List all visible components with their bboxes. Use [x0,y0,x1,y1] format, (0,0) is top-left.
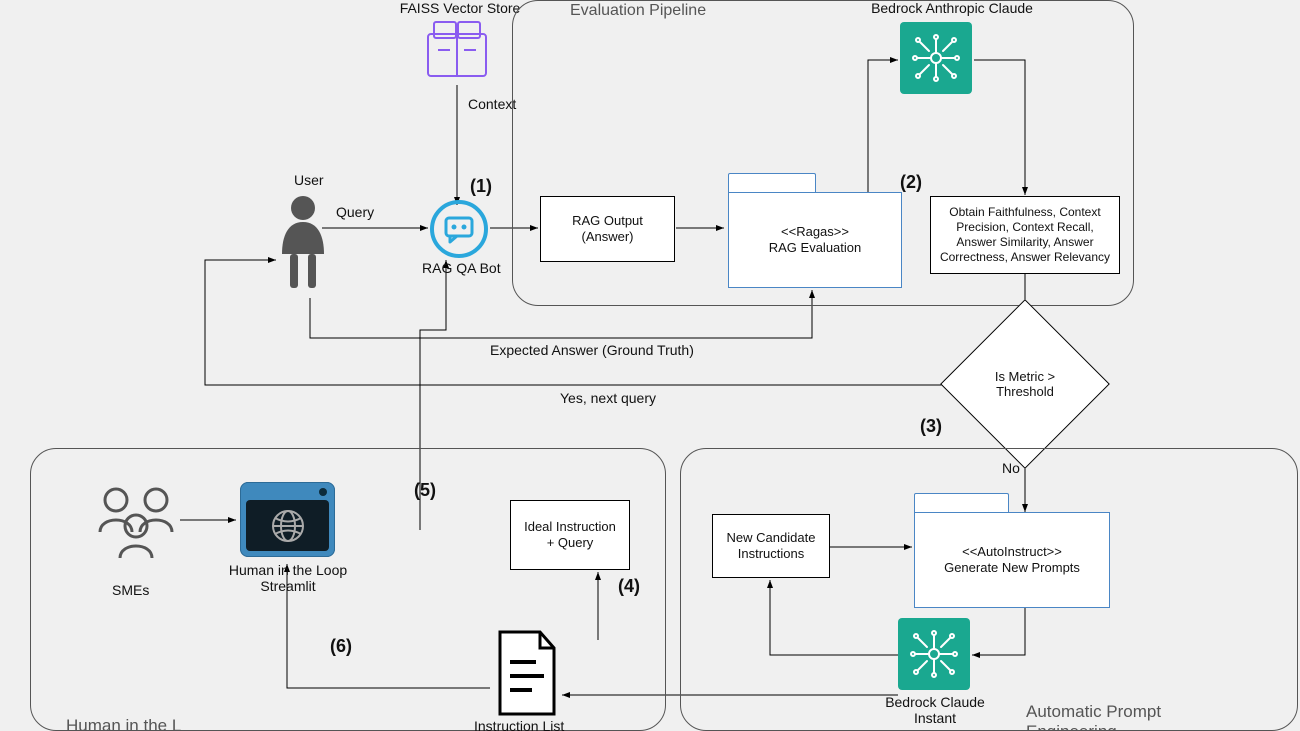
claude-instant-icon [898,618,970,690]
panel-ape-title: Automatic Prompt Engineering [1026,702,1266,731]
autoinstruct-title: <<AutoInstruct>> [962,544,1062,560]
ragqa-bot-label: RAG QA Bot [422,260,501,276]
smes-icon [90,482,182,567]
expected-answer-label: Expected Answer (Ground Truth) [490,342,694,358]
autoinstruct-box: <<AutoInstruct>> Generate New Prompts [914,512,1110,608]
ideal-text: Ideal Instruction + Query [519,519,621,552]
claude-instant-label: Bedrock Claude Instant [870,694,1000,726]
metrics-box: Obtain Faithfulness, Context Precision, … [930,196,1120,274]
step-3: (3) [920,416,942,437]
new-candidates-box: New Candidate Instructions [712,514,830,578]
metrics-text: Obtain Faithfulness, Context Precision, … [939,205,1111,265]
rag-output-box: RAG Output (Answer) [540,196,675,262]
streamlit-icon [240,482,335,557]
autoinstruct-sub: Generate New Prompts [944,560,1080,576]
streamlit-label: Human in the Loop Streamlit [222,562,354,594]
panel-evaluation-title: Evaluation Pipeline [570,2,706,20]
rag-output-text: RAG Output (Answer) [549,213,666,246]
autoinstruct-tab [914,493,1009,513]
ragas-title: <<Ragas>> [781,224,849,240]
ragqa-bot-icon [430,200,488,263]
panel-hitl-title: Human in the L [66,716,181,731]
decision-line1: Is Metric > [995,369,1055,384]
ragas-tab [728,173,816,193]
step-2: (2) [900,172,922,193]
instruction-list-icon [492,628,562,718]
step-1: (1) [470,176,492,197]
query-label: Query [336,204,374,220]
yes-label: Yes, next query [560,390,656,406]
user-label: User [294,172,324,188]
instruction-list-label: Instruction List [474,718,564,731]
context-label: Context [468,96,516,112]
new-candidates-text: New Candidate Instructions [721,530,821,563]
smes-label: SMEs [112,582,149,598]
faiss-icon [422,14,492,84]
ideal-box: Ideal Instruction + Query [510,500,630,570]
decision-diamond: Is Metric > Threshold [965,324,1085,444]
claude-top-label: Bedrock Anthropic Claude [852,0,1052,16]
ragas-box: <<Ragas>> RAG Evaluation [728,192,902,288]
decision-line2: Threshold [996,384,1054,399]
claude-top-icon [900,22,972,94]
ragas-sub: RAG Evaluation [769,240,862,256]
user-icon [278,192,328,299]
